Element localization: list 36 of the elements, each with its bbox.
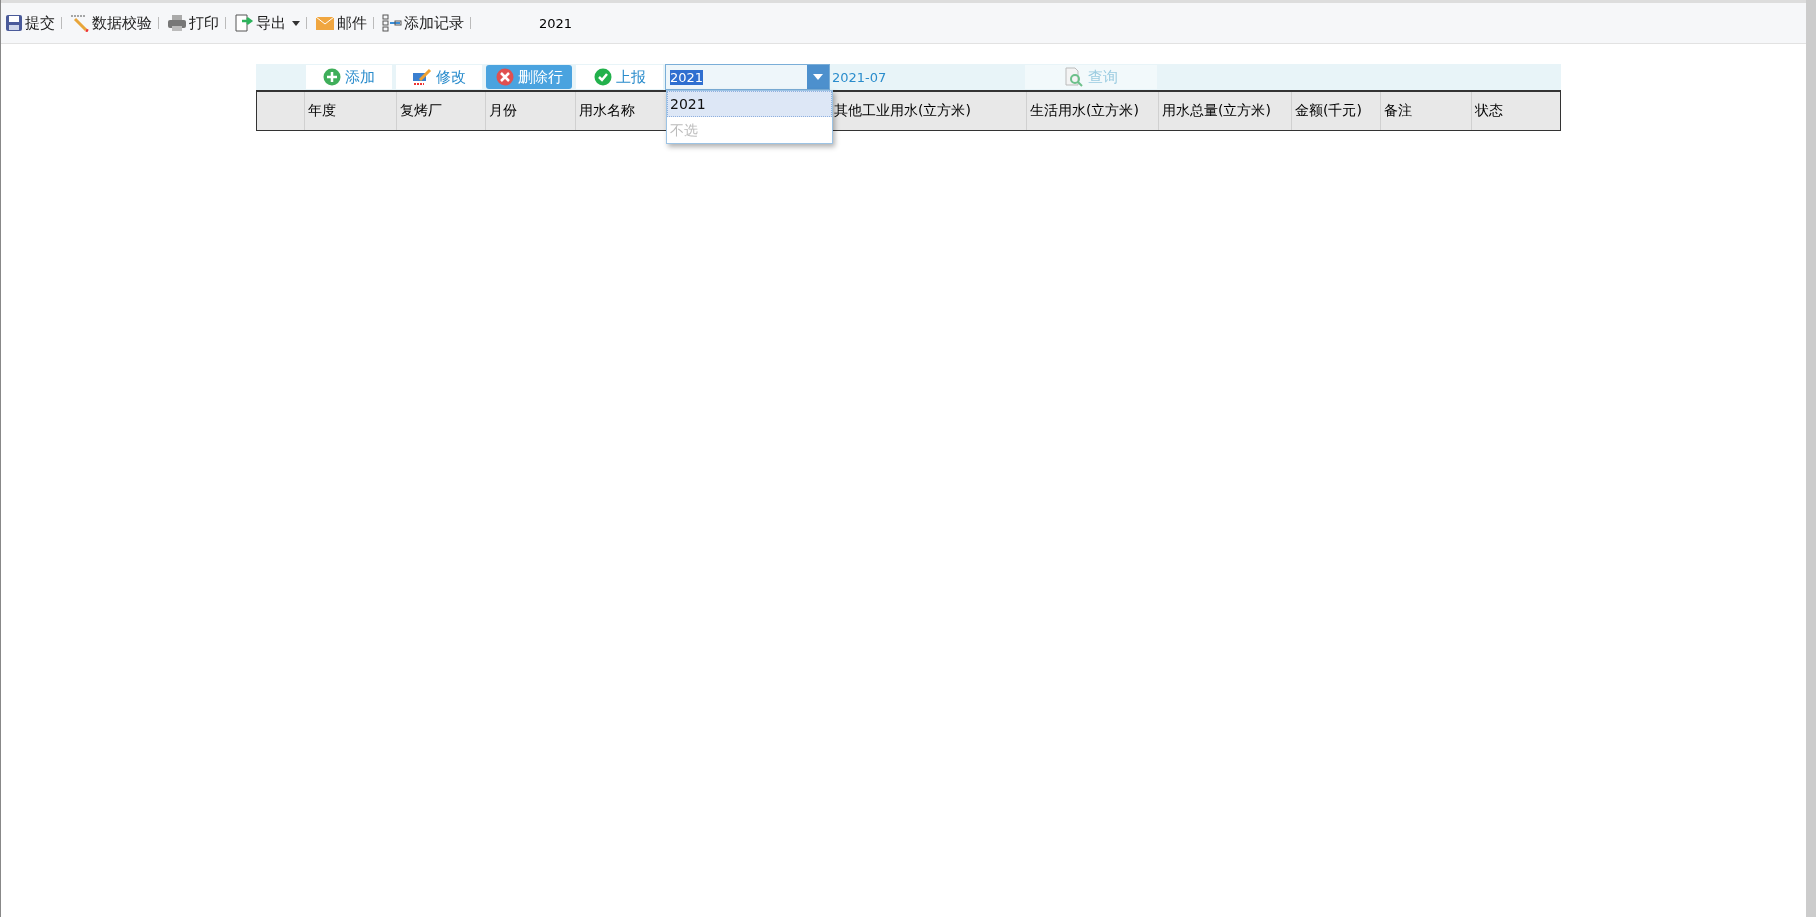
check-icon [593, 68, 612, 86]
plus-icon [323, 68, 341, 86]
toolbar-button[interactable]: 打印 [167, 13, 225, 33]
column-header: 其他工业用水(立方米) [831, 92, 1027, 130]
export-icon [234, 13, 254, 33]
action-button[interactable]: 修改 [396, 65, 482, 89]
close-icon [495, 68, 514, 86]
dropdown-option[interactable]: 2021 [667, 91, 832, 117]
column-header: 月份 [486, 92, 576, 130]
toolbar-button[interactable]: 数据校验 [70, 13, 158, 33]
save-icon [5, 14, 23, 32]
column-header: 复烤厂 [397, 92, 486, 130]
column-header: 用水名称 [576, 92, 667, 130]
action-button[interactable]: 上报 [576, 65, 663, 89]
column-header: 状态 [1474, 101, 1504, 120]
month-field[interactable]: 2021-07 [830, 69, 1025, 85]
column-header: 用水总量(立方米) [1159, 92, 1292, 130]
year-text: 2021 [539, 15, 573, 31]
pencil-icon [70, 14, 90, 32]
edit-icon [412, 68, 432, 86]
envelope-icon [315, 15, 335, 31]
column-header: 生活用水(立方米) [1027, 92, 1159, 130]
caret-icon [813, 74, 823, 80]
toolbar-button[interactable]: 添加记录 [382, 13, 470, 33]
add-record-icon [382, 14, 402, 32]
printer-icon [167, 14, 187, 32]
column-header: 金额(千元) [1292, 92, 1381, 130]
toolbar-button[interactable]: 提交 [5, 13, 61, 33]
toolbar-button[interactable]: 邮件 [315, 13, 373, 33]
action-button[interactable]: 删除行 [486, 65, 572, 89]
column-header: 年度 [305, 92, 397, 130]
column-header: 备注 [1381, 92, 1472, 130]
action-button[interactable]: 添加 [306, 65, 392, 89]
toolbar-button[interactable]: 导出 [234, 13, 306, 33]
search-icon [1064, 67, 1084, 87]
year-select[interactable]: 2021 [665, 64, 830, 90]
